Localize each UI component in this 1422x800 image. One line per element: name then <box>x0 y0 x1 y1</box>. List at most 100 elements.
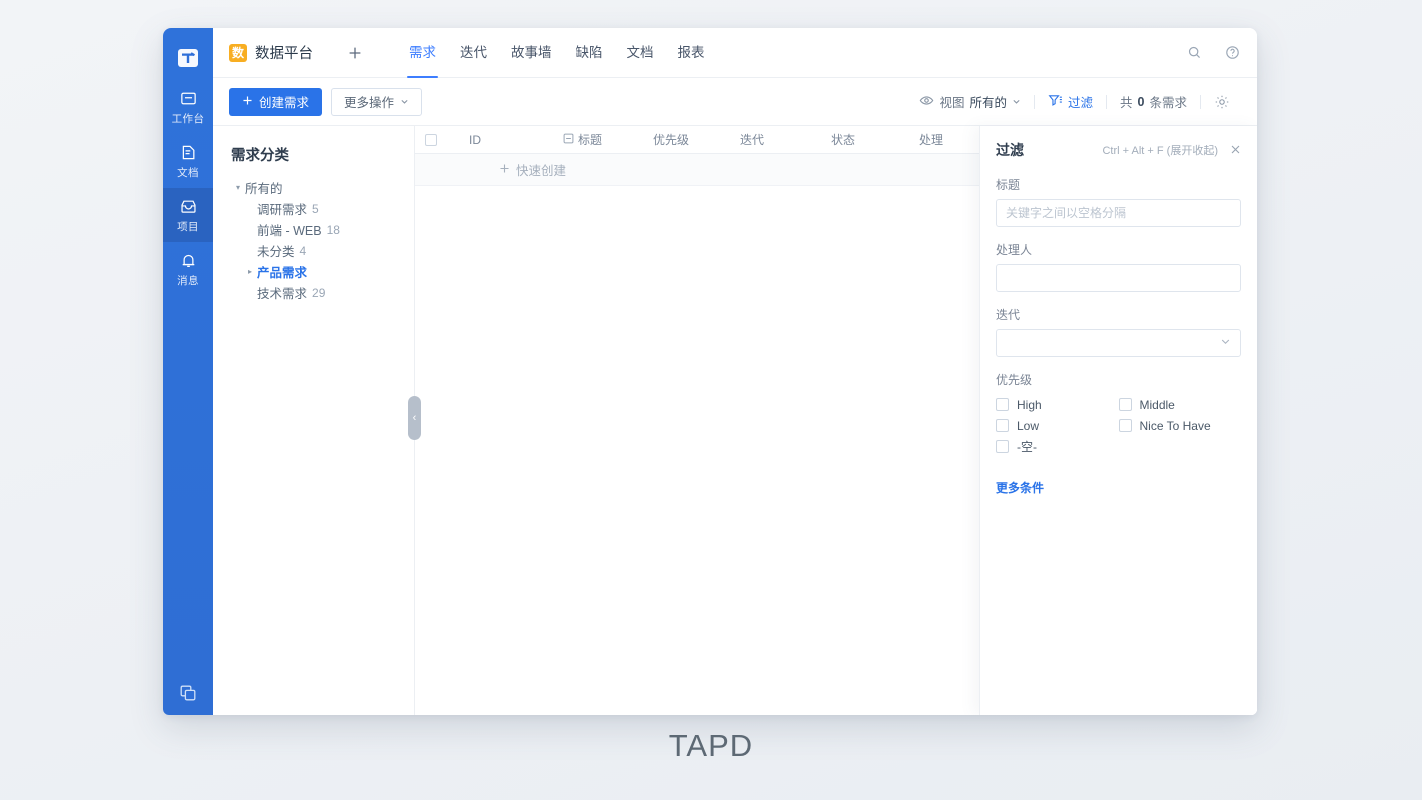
bell-icon <box>179 251 198 270</box>
column-header-iteration[interactable]: 迭代 <box>740 131 831 148</box>
toolbar-right: 视图 所有的 过滤 共 0 条需求 <box>906 92 1243 111</box>
view-selector[interactable]: 视图 所有的 <box>906 92 1034 111</box>
tree-node-count: 18 <box>326 222 340 237</box>
chevron-left-icon: ‹ <box>412 411 417 424</box>
tree-node-research[interactable]: 调研需求 5 <box>231 198 414 219</box>
tree-node-label: 产品需求 <box>257 266 308 280</box>
windows-switch-icon[interactable] <box>163 683 213 715</box>
filter-panel: 过滤 Ctrl + Alt + F (展开收起) 标题 关键字之间以空格分隔 处… <box>979 126 1257 715</box>
tapd-logo-icon[interactable] <box>163 36 213 80</box>
sidebar-item-project[interactable]: 项目 <box>163 188 213 242</box>
column-header-id[interactable]: ID <box>469 133 563 147</box>
search-icon[interactable] <box>1183 42 1205 64</box>
close-icon[interactable] <box>1230 144 1241 157</box>
tab-documents[interactable]: 文档 <box>615 28 666 78</box>
assignee-input[interactable] <box>996 264 1241 292</box>
checkbox-label: Low <box>1017 418 1040 433</box>
sidebar-item-label: 文档 <box>177 166 199 179</box>
tree-node-tech-requirement[interactable]: 技术需求 29 <box>231 282 414 303</box>
sidebar-item-workbench[interactable]: 工作台 <box>163 80 213 134</box>
checkbox-icon[interactable] <box>996 440 1009 453</box>
field-label: 处理人 <box>996 243 1033 257</box>
requirement-list-pane: ‹ ID 标题 优先级 迭代 状态 处理 快速创建 过滤 Ctrl + Alt … <box>408 125 1257 715</box>
more-conditions-link[interactable]: 更多条件 <box>996 479 1044 496</box>
priority-checkbox-low[interactable]: Low <box>996 415 1119 436</box>
title-input[interactable] <box>996 199 1241 227</box>
iteration-select[interactable] <box>996 329 1241 357</box>
sidebar-item-document[interactable]: 文档 <box>163 134 213 188</box>
filter-field-title: 标题 <box>996 176 1241 227</box>
chevron-down-icon[interactable]: ▾ <box>231 183 245 192</box>
quick-create-label: 快速创建 <box>516 164 567 178</box>
column-header-priority[interactable]: 优先级 <box>653 131 740 148</box>
filter-toggle-button[interactable]: 过滤 <box>1035 92 1106 111</box>
more-actions-label: 更多操作 <box>344 96 395 110</box>
add-icon[interactable] <box>343 41 367 65</box>
filter-panel-title: 过滤 <box>996 142 1024 158</box>
tree-node-product-requirement[interactable]: ▸ 产品需求 <box>231 261 414 282</box>
checkbox-icon[interactable] <box>1118 419 1132 432</box>
project-inbox-icon <box>179 197 198 216</box>
filter-shortcut-hint: Ctrl + Alt + F (展开收起) <box>1102 145 1218 157</box>
priority-checkbox-empty[interactable]: -空- <box>996 436 1119 457</box>
field-label: 优先级 <box>996 373 1033 387</box>
tree-node-all[interactable]: ▾ 所有的 <box>231 177 414 198</box>
category-tree-title: 需求分类 <box>231 148 289 164</box>
priority-checkbox-high[interactable]: High <box>996 394 1119 415</box>
tree-node-count: 29 <box>312 285 326 300</box>
collapse-box-icon[interactable] <box>563 133 574 147</box>
count-value: 0 <box>1137 94 1145 109</box>
column-label: 标题 <box>578 133 603 147</box>
help-circle-icon[interactable] <box>1221 42 1243 64</box>
select-all-checkbox[interactable] <box>425 133 469 146</box>
checkbox-icon[interactable] <box>1118 398 1132 411</box>
tree-node-count: 5 <box>312 201 319 216</box>
tab-reports[interactable]: 报表 <box>666 28 717 78</box>
view-value: 所有的 <box>969 96 1007 110</box>
checkbox-label: High <box>1017 397 1042 412</box>
action-toolbar: 创建需求 更多操作 视图 所有的 过滤 共 0 条需求 <box>213 78 1257 125</box>
tree-node-label: 前端 - WEB <box>257 224 322 238</box>
column-header-title[interactable]: 标题 <box>563 131 653 148</box>
create-requirement-button[interactable]: 创建需求 <box>229 87 323 116</box>
column-label: 状态 <box>831 133 856 147</box>
project-name[interactable]: 数据平台 <box>255 42 313 63</box>
filter-field-priority: 优先级 High Middle Low Nice To Have -空- <box>996 371 1241 457</box>
document-icon <box>179 143 198 162</box>
page-root: 工作台 文档 项目 消息 数 数据平台 需求 迭代 故事墙 缺陷 文档 报表 创… <box>0 0 1422 800</box>
filter-field-iteration: 迭代 <box>996 306 1241 357</box>
sidebar-item-label: 消息 <box>177 274 199 287</box>
checkbox-icon[interactable] <box>996 398 1009 411</box>
tapd-watermark: TAPD <box>668 728 754 763</box>
sidebar-item-label: 项目 <box>177 220 199 233</box>
priority-checkbox-middle[interactable]: Middle <box>1118 394 1242 415</box>
tree-node-uncategorized[interactable]: 未分类 4 <box>231 240 414 261</box>
main-tabs: 需求 迭代 故事墙 缺陷 文档 报表 <box>397 28 717 78</box>
chevron-right-icon[interactable]: ▸ <box>243 267 257 276</box>
tab-iterations[interactable]: 迭代 <box>448 28 499 78</box>
chevron-down-icon <box>1012 95 1021 109</box>
column-label: 优先级 <box>653 133 690 147</box>
count-prefix: 共 <box>1120 96 1133 110</box>
tab-bugs[interactable]: 缺陷 <box>564 28 615 78</box>
collapse-tree-handle[interactable]: ‹ <box>408 396 421 440</box>
tab-requirements[interactable]: 需求 <box>397 28 448 78</box>
gear-icon[interactable] <box>1201 94 1243 110</box>
checkbox-icon[interactable] <box>425 133 437 146</box>
top-bar-actions <box>1183 42 1243 64</box>
checkbox-icon[interactable] <box>996 419 1009 432</box>
priority-checkbox-nice-to-have[interactable]: Nice To Have <box>1118 415 1242 436</box>
column-label: 处理 <box>919 133 944 147</box>
window-body: 数 数据平台 需求 迭代 故事墙 缺陷 文档 报表 创建需求 更多操作 视图 所… <box>213 28 1257 715</box>
more-actions-button[interactable]: 更多操作 <box>331 87 423 116</box>
field-label: 迭代 <box>996 308 1021 322</box>
checkbox-label: -空- <box>1017 440 1037 454</box>
sidebar-item-message[interactable]: 消息 <box>163 242 213 296</box>
checkbox-label: Nice To Have <box>1139 418 1211 433</box>
checkbox-label: Middle <box>1139 397 1175 412</box>
tree-node-frontend-web[interactable]: 前端 - WEB 18 <box>231 219 414 240</box>
column-header-status[interactable]: 状态 <box>831 131 919 148</box>
tree-node-count: 4 <box>299 243 307 258</box>
tab-story-wall[interactable]: 故事墙 <box>499 28 564 78</box>
tree-node-label: 调研需求 <box>257 203 308 217</box>
